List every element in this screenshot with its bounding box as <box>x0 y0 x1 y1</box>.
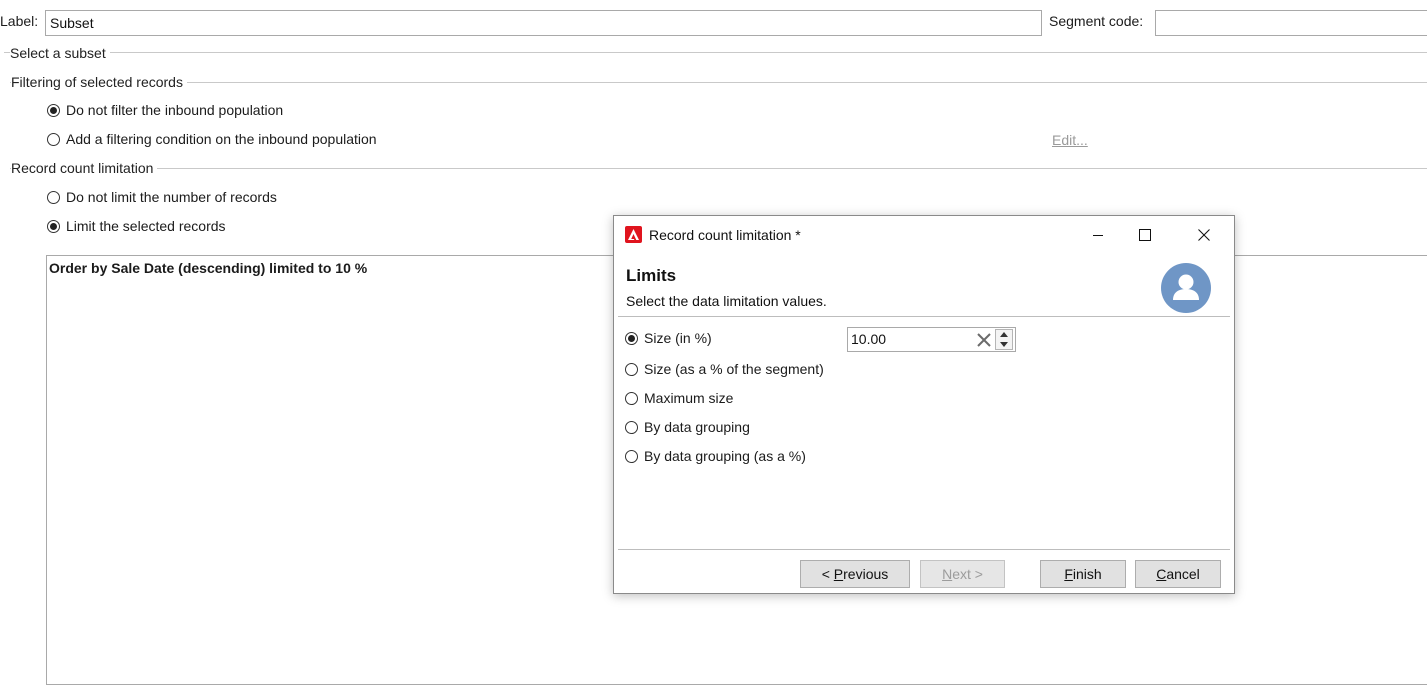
button-accelerator: F <box>1064 566 1073 582</box>
radio-limit-selected[interactable]: Limit the selected records <box>47 218 226 234</box>
button-label-rest: inish <box>1072 566 1102 582</box>
radio-indicator <box>625 331 638 345</box>
radio-label: Do not limit the number of records <box>66 189 277 205</box>
maximize-icon[interactable] <box>1122 216 1168 254</box>
dialog-title: Record count limitation * <box>649 227 801 243</box>
radio-maximum-size[interactable]: Maximum size <box>625 390 733 406</box>
button-label-rest: ancel <box>1166 566 1200 582</box>
clear-icon[interactable] <box>975 331 993 349</box>
radio-size-percent[interactable]: Size (in %) <box>625 330 712 346</box>
radio-by-data-grouping[interactable]: By data grouping <box>625 419 750 435</box>
radio-label: Size (as a % of the segment) <box>644 361 824 377</box>
select-subset-title: Select a subset <box>10 45 110 61</box>
radio-label: Limit the selected records <box>66 218 226 234</box>
radio-label: By data grouping (as a %) <box>644 448 806 464</box>
filtering-separator <box>10 82 1427 83</box>
radio-do-not-filter[interactable]: Do not filter the inbound population <box>47 102 283 118</box>
radio-label: Add a filtering condition on the inbound… <box>66 131 377 147</box>
edit-link[interactable]: Edit... <box>1052 132 1088 148</box>
radio-label: Maximum size <box>644 390 734 406</box>
radio-add-filtering-condition[interactable]: Add a filtering condition on the inbound… <box>47 131 377 147</box>
radio-do-not-limit[interactable]: Do not limit the number of records <box>47 189 277 205</box>
dialog-header-separator <box>618 316 1230 317</box>
radio-indicator <box>625 449 638 463</box>
dialog-heading: Limits <box>626 266 677 285</box>
record-count-limitation-dialog: Record count limitation * Limits Select … <box>613 215 1235 594</box>
minimize-icon[interactable] <box>1075 216 1121 254</box>
radio-indicator <box>47 190 60 204</box>
label-input[interactable] <box>45 10 1042 36</box>
finish-button[interactable]: Finish <box>1040 560 1126 588</box>
user-avatar-icon <box>1161 263 1211 313</box>
adobe-campaign-icon <box>625 226 642 243</box>
dialog-footer-separator <box>618 549 1230 550</box>
radio-indicator <box>47 132 60 146</box>
select-subset-separator <box>4 52 1427 53</box>
record-count-separator <box>10 168 1427 169</box>
next-button[interactable]: Next > <box>920 560 1005 588</box>
radio-indicator <box>625 391 638 405</box>
segment-code-input[interactable] <box>1155 10 1427 36</box>
limitation-description: Order by Sale Date (descending) limited … <box>49 260 368 276</box>
button-label-rest: ext > <box>952 566 983 582</box>
close-icon[interactable] <box>1181 216 1227 254</box>
size-spinner[interactable] <box>995 329 1013 350</box>
chevron-up-icon[interactable] <box>996 330 1012 339</box>
radio-indicator <box>625 420 638 434</box>
size-percent-input[interactable]: 10.00 <box>847 327 1016 352</box>
button-label-prefix: < <box>821 566 834 582</box>
dialog-titlebar[interactable]: Record count limitation * <box>614 216 1234 254</box>
record-count-title: Record count limitation <box>11 160 158 176</box>
chevron-down-icon[interactable] <box>996 340 1012 349</box>
button-accelerator: C <box>1156 566 1167 582</box>
cancel-button[interactable]: Cancel <box>1135 560 1221 588</box>
size-percent-value: 10.00 <box>851 331 887 347</box>
radio-indicator <box>47 219 60 233</box>
button-accelerator: P <box>833 566 844 582</box>
label-caption: Label: <box>0 13 39 29</box>
radio-label: Size (in %) <box>644 330 712 346</box>
segment-code-caption: Segment code: <box>1049 13 1144 29</box>
button-label-rest: revious <box>843 566 889 582</box>
dialog-subtitle: Select the data limitation values. <box>626 293 827 309</box>
radio-size-segment-percent[interactable]: Size (as a % of the segment) <box>625 361 824 377</box>
previous-button[interactable]: < Previous <box>800 560 910 588</box>
button-accelerator: N <box>942 566 953 582</box>
radio-label: Do not filter the inbound population <box>66 102 284 118</box>
radio-indicator <box>625 362 638 376</box>
radio-indicator <box>47 103 60 117</box>
filtering-title: Filtering of selected records <box>11 74 187 90</box>
radio-label: By data grouping <box>644 419 750 435</box>
radio-by-data-grouping-percent[interactable]: By data grouping (as a %) <box>625 448 806 464</box>
